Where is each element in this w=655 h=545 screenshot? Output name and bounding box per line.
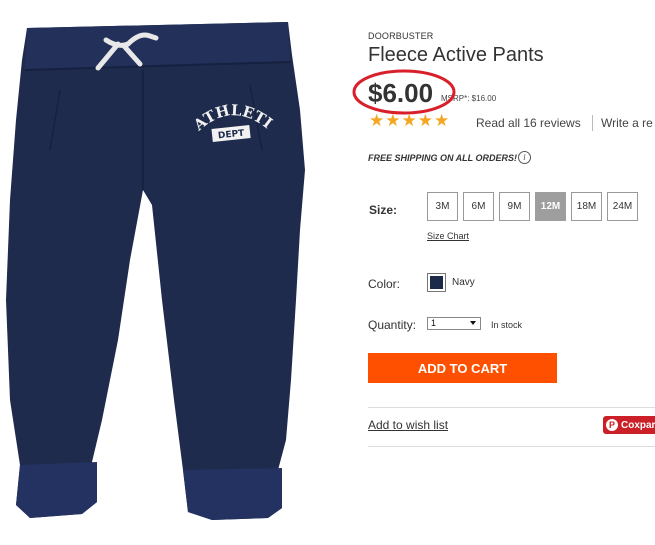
- product-price: $6.00: [368, 78, 434, 108]
- star-icon: ★: [369, 111, 385, 130]
- shipping-notice: FREE SHIPPING ON ALL ORDERS!: [368, 153, 518, 163]
- write-review-link[interactable]: Write a re: [601, 116, 653, 130]
- read-reviews-link[interactable]: Read all 16 reviews: [476, 116, 581, 130]
- size-option-6m[interactable]: 6M: [463, 192, 494, 221]
- promo-eyebrow: DOORBUSTER: [368, 31, 434, 41]
- size-option-9m[interactable]: 9M: [499, 192, 530, 221]
- stock-status: In stock: [491, 320, 523, 330]
- size-label: Size:: [369, 203, 398, 217]
- product-image: ATHLETIC DEPT: [0, 0, 305, 520]
- star-icon: ★: [417, 111, 433, 130]
- quantity-label: Quantity:: [368, 318, 417, 332]
- chevron-down-icon: [470, 321, 476, 325]
- star-icon: ★: [385, 111, 401, 130]
- quantity-value: 1: [431, 318, 437, 328]
- swatch-fill: [430, 276, 443, 289]
- color-name: Navy: [452, 277, 475, 288]
- pinterest-label: Coxpar: [621, 419, 655, 431]
- quantity-select[interactable]: 1: [427, 317, 481, 330]
- rating-stars[interactable]: ★ ★ ★ ★ ★: [369, 112, 449, 130]
- size-option-12m[interactable]: 12M: [535, 192, 566, 221]
- divider: [368, 407, 655, 408]
- divider: [592, 115, 593, 131]
- size-options: 3M 6M 9M 12M 18M 24M: [427, 192, 638, 221]
- star-icon: ★: [401, 111, 417, 130]
- size-option-24m[interactable]: 24M: [607, 192, 638, 221]
- product-title: Fleece Active Pants: [368, 44, 544, 66]
- color-swatch-navy[interactable]: [427, 273, 446, 292]
- color-label: Color:: [368, 277, 401, 291]
- star-icon: ★: [434, 111, 450, 130]
- info-icon[interactable]: i: [518, 151, 531, 164]
- add-to-wishlist-link[interactable]: Add to wish list: [368, 418, 448, 432]
- pinterest-icon: P: [606, 419, 618, 431]
- size-chart-link[interactable]: Size Chart: [427, 231, 469, 241]
- size-option-3m[interactable]: 3M: [427, 192, 458, 221]
- add-to-cart-button[interactable]: ADD TO CART: [368, 353, 557, 383]
- msrp-price: MSRP*: $16.00: [441, 94, 497, 103]
- divider: [368, 446, 655, 447]
- size-option-18m[interactable]: 18M: [571, 192, 602, 221]
- pinterest-button[interactable]: P Coxpar: [603, 416, 655, 434]
